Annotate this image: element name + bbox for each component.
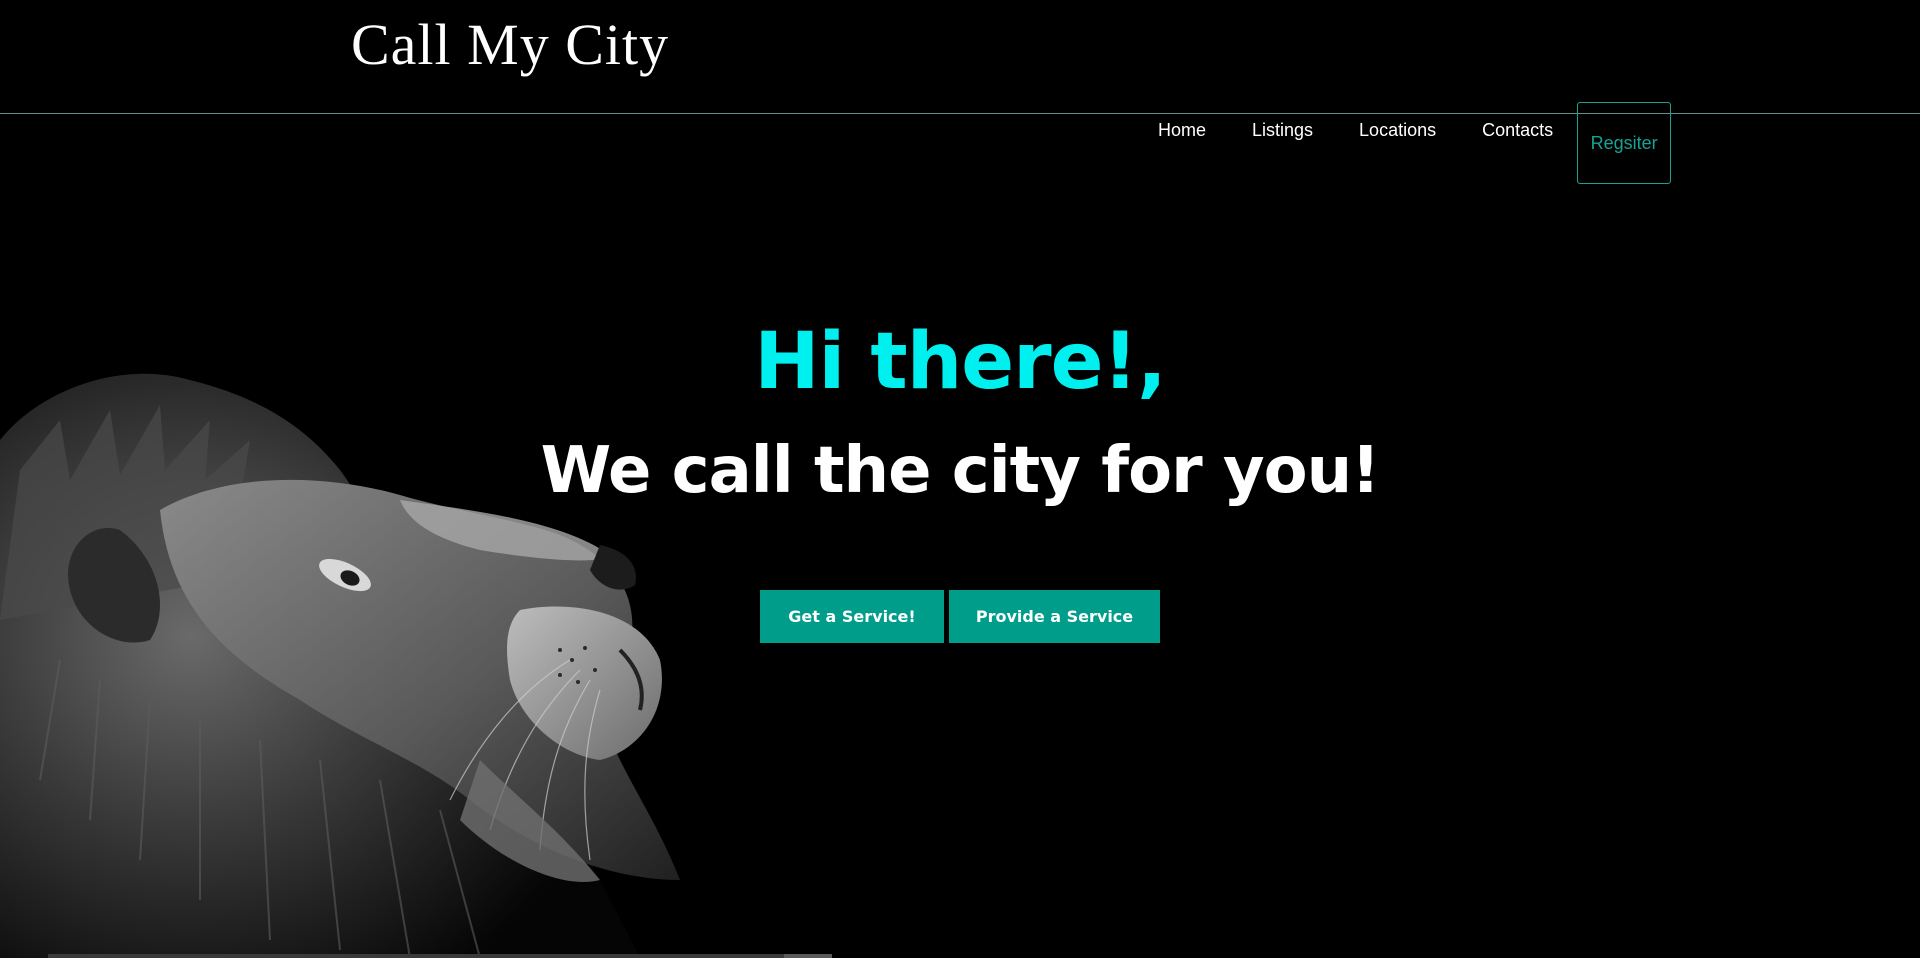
hero-tagline: We call the city for you!	[540, 434, 1381, 508]
nav-contacts-link[interactable]: Contacts	[1459, 102, 1576, 158]
nav-listings-link[interactable]: Listings	[1229, 102, 1336, 158]
horizontal-scrollbar-track[interactable]	[48, 954, 832, 958]
main-navigation: Home Listings Locations Contacts Regsite…	[1158, 102, 1672, 184]
landing-page: Call My City Home Listings Locations Con…	[0, 0, 1920, 958]
register-button[interactable]: Regsiter	[1577, 102, 1672, 184]
get-service-button[interactable]: Get a Service!	[760, 590, 944, 643]
provide-service-button[interactable]: Provide a Service	[949, 590, 1160, 643]
hero-greeting: Hi there!,	[754, 317, 1166, 407]
site-logo-title[interactable]: Call My City	[351, 10, 669, 80]
horizontal-scrollbar-thumb[interactable]	[784, 954, 832, 958]
nav-home-link[interactable]: Home	[1158, 102, 1229, 158]
nav-locations-link[interactable]: Locations	[1336, 102, 1459, 158]
